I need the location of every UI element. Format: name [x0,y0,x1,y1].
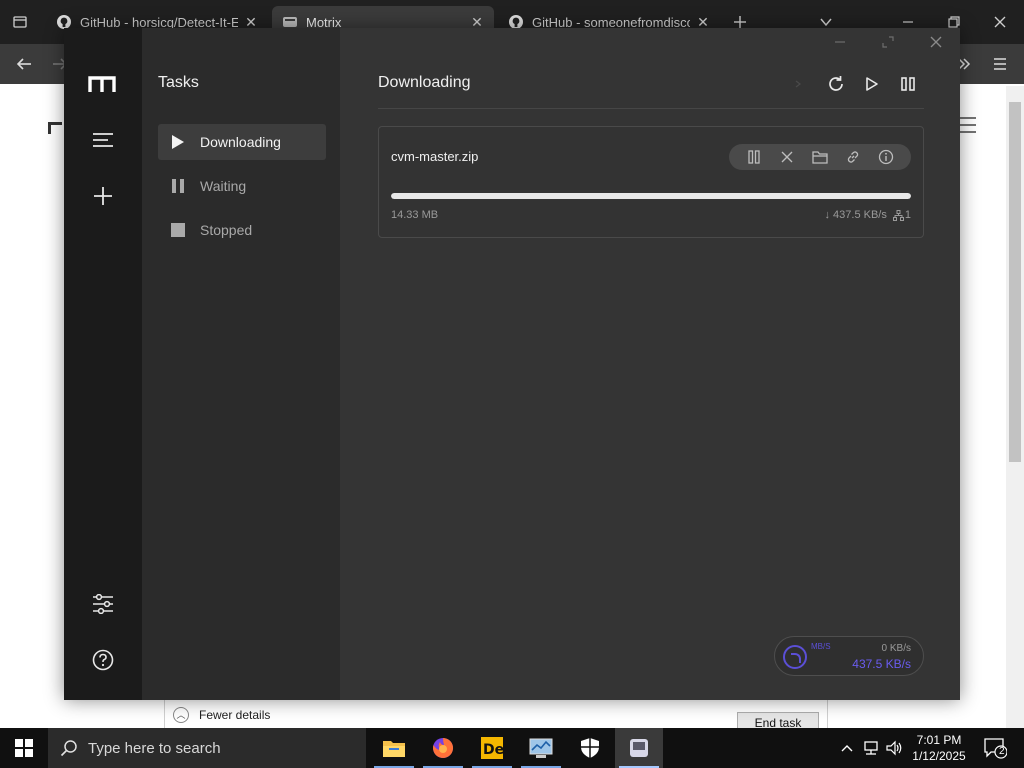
preferences-sliders-icon[interactable] [87,588,119,620]
taskbar-task-manager[interactable] [517,728,565,768]
task-manager-fragment: ︿ Fewer details End task [164,700,828,734]
windows-taskbar: Type here to search De 7:01 PM 1/12/2025… [0,728,1024,768]
pause-icon [170,178,186,194]
fewer-details-link[interactable]: ︿ Fewer details [173,707,270,723]
motrix-app-icon [628,737,650,759]
add-task-icon[interactable] [87,180,119,212]
task-main-panel: Downloading cvm-master.zip 14.33 MB ↓ 43… [340,28,960,700]
stop-icon [170,222,186,238]
search-icon [60,739,78,757]
task-speed: 437.5 KB/s [833,209,887,221]
taskbar-motrix[interactable] [615,728,663,768]
help-icon[interactable] [87,644,119,676]
close-icon[interactable] [922,32,950,52]
clock-time: 7:01 PM [916,733,962,747]
scrollbar-thumb[interactable] [1009,102,1021,462]
delete-task-icon[interactable] [778,148,796,166]
task-list-menu-icon[interactable] [87,124,119,156]
shield-icon [580,737,600,759]
network-icon[interactable] [860,728,882,768]
folder-icon [382,738,406,758]
info-icon[interactable] [877,148,895,166]
close-window-icon[interactable] [984,6,1016,38]
back-arrow-icon[interactable] [8,48,40,80]
progress-fill [391,193,911,199]
taskbar-security[interactable] [566,728,614,768]
volume-icon[interactable] [884,728,906,768]
system-clock[interactable]: 7:01 PM 1/12/2025 [906,732,972,764]
upload-speed: 0 KB/s [881,643,911,654]
task-item[interactable]: cvm-master.zip 14.33 MB ↓ 437.5 KB/s 1 [378,126,924,238]
notifications-icon[interactable]: 2 [978,728,1012,768]
speed-limit-label: MB/S [811,642,831,651]
pause-all-icon[interactable] [898,74,918,94]
maximize-icon[interactable] [874,32,902,52]
folder-icon[interactable] [811,148,829,166]
filter-stopped[interactable]: Stopped [158,212,326,248]
clock-date: 1/12/2025 [912,749,966,763]
task-file-name: cvm-master.zip [391,149,479,164]
tab-actions-icon[interactable] [4,6,36,38]
taskbar-file-explorer[interactable] [370,728,418,768]
fewer-details-label: Fewer details [199,708,271,722]
speedometer[interactable]: MB/S 0 KB/s 437.5 KB/s [774,636,924,676]
chevron-up-circle-icon: ︿ [173,707,189,723]
refresh-icon[interactable] [826,74,846,94]
play-icon [170,134,186,150]
motrix-logo-icon [87,68,119,100]
taskbar-die[interactable]: De [468,728,516,768]
page-logo-fragment [46,116,66,136]
taskbar-firefox[interactable] [419,728,467,768]
filter-downloading[interactable]: Downloading [158,124,326,160]
filter-waiting[interactable]: Waiting [158,168,326,204]
task-manager-icon [529,737,553,759]
task-connections: 1 [904,209,911,221]
task-action-bar [729,144,911,170]
show-hidden-icons-chevron-icon[interactable] [838,728,856,768]
speedometer-dial-icon [783,645,807,669]
tasks-title: Tasks [158,74,199,91]
motrix-sidebar [64,28,142,700]
svg-text:De: De [483,742,504,758]
resume-all-icon[interactable] [862,74,882,94]
taskbar-search-box[interactable]: Type here to search [48,728,366,768]
search-placeholder: Type here to search [88,739,221,757]
task-size: 14.33 MB [391,209,439,221]
filter-label: Stopped [200,222,253,238]
windows-start-icon[interactable] [0,728,48,768]
page-title: Downloading [378,74,471,91]
task-filter-panel: Tasks Downloading Waiting Stopped [142,28,340,700]
task-speed-info: ↓ 437.5 KB/s 1 [822,209,911,221]
task-progress-bar [391,193,911,199]
download-speed: 437.5 KB/s [852,657,911,671]
firefox-icon [431,736,455,760]
motrix-window: Tasks Downloading Waiting Stopped Downlo… [64,28,960,700]
pause-task-icon[interactable] [745,148,763,166]
chevron-right-icon [788,74,808,94]
link-icon[interactable] [844,148,862,166]
filter-label: Downloading [200,134,281,150]
connections-icon [892,209,904,221]
minimize-icon[interactable] [826,32,854,52]
page-scrollbar[interactable] [1006,86,1024,728]
header-divider [378,108,924,109]
notification-count: 2 [999,746,1005,757]
die-app-icon: De [480,736,504,760]
browser-menu-icon[interactable] [984,48,1016,80]
download-arrow-icon: ↓ [824,209,831,221]
filter-label: Waiting [200,178,247,194]
